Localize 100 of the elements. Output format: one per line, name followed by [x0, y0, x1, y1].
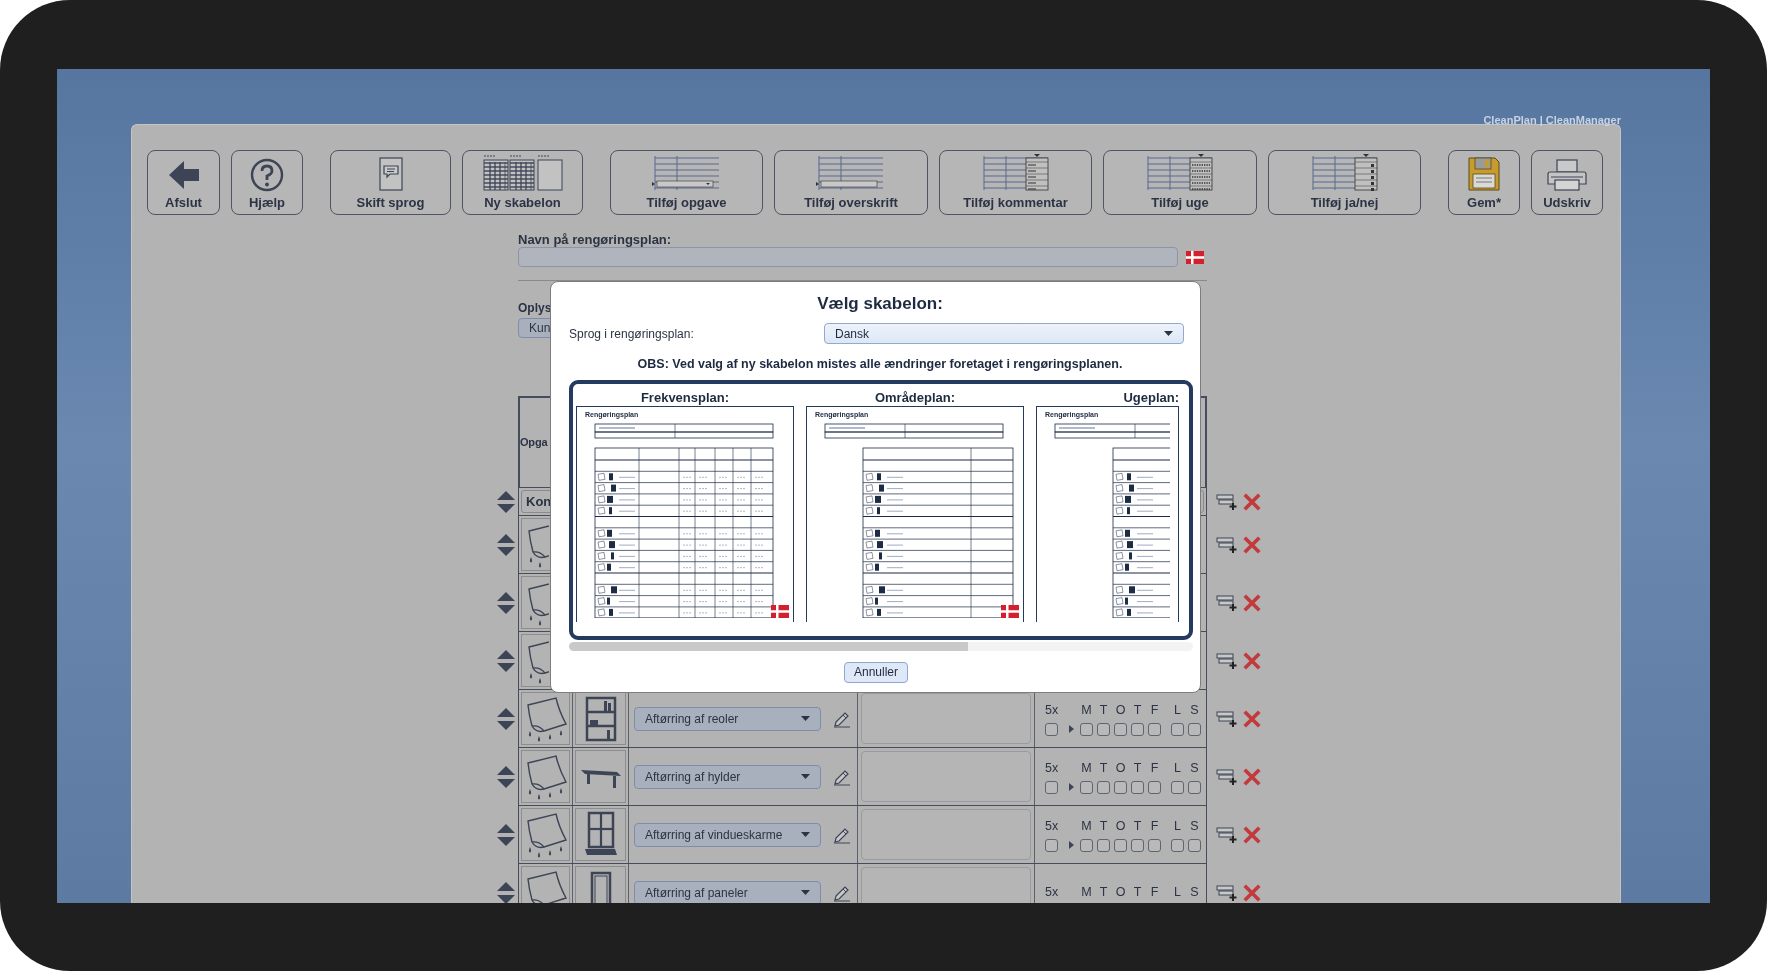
section-label: Oplys — [518, 301, 550, 316]
toolbar-button[interactable]: Skift sprog — [330, 150, 451, 215]
delete-icon[interactable] — [1243, 594, 1261, 612]
flag-icon[interactable] — [771, 604, 789, 618]
comment-field[interactable] — [861, 809, 1031, 860]
flag-icon[interactable] — [1001, 604, 1019, 618]
task-dropdown[interactable]: Aftørring af reoler — [634, 706, 821, 731]
add-row-icon[interactable] — [1216, 826, 1238, 844]
add-row-icon[interactable] — [1216, 884, 1238, 902]
day-label: T — [1098, 702, 1109, 720]
caret-icon — [801, 716, 810, 721]
help-icon — [250, 158, 284, 192]
checkbox[interactable] — [1148, 780, 1161, 794]
cancel-button[interactable]: Annuller — [844, 661, 909, 683]
checkbox[interactable] — [1131, 722, 1144, 736]
language-dropdown[interactable]: Dansk — [824, 323, 1184, 344]
day-label: T — [1132, 818, 1143, 836]
add-row-icon[interactable] — [1216, 536, 1238, 554]
day-label: S — [1189, 818, 1200, 836]
comment-field[interactable] — [861, 693, 1031, 744]
sort-arrows-icon[interactable] — [495, 591, 516, 615]
checkbox[interactable] — [1171, 780, 1184, 794]
horizontal-scrollbar[interactable] — [569, 641, 1193, 651]
printer-icon — [1547, 158, 1587, 192]
task-dropdown[interactable]: Aftørring af hylder — [634, 764, 821, 789]
checkbox[interactable] — [1171, 838, 1184, 852]
delete-icon[interactable] — [1243, 493, 1261, 511]
sort-arrows-icon[interactable] — [495, 881, 516, 903]
checkbox[interactable] — [1097, 722, 1110, 736]
toolbar-button[interactable]: Tilføj overskrift — [774, 150, 928, 215]
toolbar-button[interactable]: Gem* — [1448, 150, 1520, 215]
checkbox[interactable] — [1188, 722, 1201, 736]
sort-arrows-icon[interactable] — [495, 533, 516, 557]
toolbar-button[interactable]: Afslut — [147, 150, 220, 215]
checkbox[interactable] — [1131, 780, 1144, 794]
delete-icon[interactable] — [1243, 768, 1261, 786]
checkbox[interactable] — [1148, 722, 1161, 736]
sort-arrows-icon[interactable] — [495, 765, 516, 789]
field-label: Navn på rengøringsplan: — [518, 232, 673, 247]
flag-icon[interactable] — [1186, 250, 1204, 264]
checkbox[interactable] — [1045, 838, 1058, 852]
plan-name-field[interactable] — [518, 247, 1178, 267]
day-label: M — [1080, 818, 1093, 836]
delete-icon[interactable] — [1243, 536, 1261, 554]
checkbox[interactable] — [1080, 838, 1093, 852]
toolbar-button[interactable]: Tilføj kommentar — [939, 150, 1092, 215]
toolbar-button[interactable]: Tilføj opgave — [610, 150, 763, 215]
checkbox[interactable] — [1097, 838, 1110, 852]
add-row-icon[interactable] — [1216, 710, 1238, 728]
checkbox[interactable] — [1114, 780, 1127, 794]
comment-field[interactable] — [861, 751, 1031, 802]
toolbar-button[interactable]: Udskriv — [1531, 150, 1603, 215]
comment-field[interactable] — [861, 867, 1031, 903]
frequency-label: 5x — [1045, 884, 1060, 902]
arrow-icon — [1069, 841, 1074, 850]
app-title: CleanPlan | CleanManager — [1483, 114, 1621, 126]
toolbar-button[interactable]: Tilføj ja/nej — [1268, 150, 1421, 215]
checkbox[interactable] — [1114, 722, 1127, 736]
sort-arrows-icon[interactable] — [495, 707, 516, 731]
template-title: Områdeplan: — [873, 389, 957, 406]
day-label: T — [1098, 884, 1109, 902]
sort-arrows-icon[interactable] — [495, 490, 516, 514]
sort-arrows-icon[interactable] — [495, 823, 516, 847]
add-row-icon[interactable] — [1216, 768, 1238, 786]
task-dropdown[interactable]: Aftørring af vindueskarme — [634, 822, 821, 847]
day-label: L — [1173, 702, 1182, 720]
day-label: O — [1114, 702, 1127, 720]
task-dropdown[interactable]: Aftørring af paneler — [634, 880, 821, 903]
checkbox[interactable] — [1080, 780, 1093, 794]
delete-icon[interactable] — [1243, 826, 1261, 844]
checkbox[interactable] — [1148, 838, 1161, 852]
checkbox[interactable] — [1114, 838, 1127, 852]
checkbox[interactable] — [1131, 838, 1144, 852]
day-label: M — [1080, 884, 1093, 902]
toolbar-button[interactable]: Tilføj uge — [1103, 150, 1257, 215]
checkbox[interactable] — [1188, 780, 1201, 794]
day-label: T — [1098, 760, 1109, 778]
add-row-icon[interactable] — [1216, 493, 1238, 511]
add-row-icon[interactable] — [1216, 594, 1238, 612]
checkbox[interactable] — [1097, 780, 1110, 794]
dialog-title: Vælg skabelon: — [816, 294, 944, 314]
bookshelf-icon — [583, 694, 618, 743]
checkbox[interactable] — [1171, 722, 1184, 736]
add-row-icon[interactable] — [1216, 652, 1238, 670]
delete-icon[interactable] — [1243, 652, 1261, 670]
delete-icon[interactable] — [1243, 884, 1261, 902]
sort-arrows-icon[interactable] — [495, 649, 516, 673]
toolbar-button[interactable]: Hjælp — [231, 150, 303, 215]
arrow-icon — [1069, 783, 1074, 792]
day-label: O — [1114, 884, 1127, 902]
checkbox[interactable] — [1188, 838, 1201, 852]
delete-icon[interactable] — [1243, 710, 1261, 728]
template-title: Frekvensplan: — [639, 389, 731, 406]
checkbox[interactable] — [1045, 722, 1058, 736]
toolbar-button[interactable]: Ny skabelon — [462, 150, 583, 215]
checkbox[interactable] — [1045, 780, 1058, 794]
column-header: Opga — [520, 435, 548, 450]
frequency-label: 5x — [1045, 818, 1060, 836]
day-label: S — [1189, 760, 1200, 778]
checkbox[interactable] — [1080, 722, 1093, 736]
